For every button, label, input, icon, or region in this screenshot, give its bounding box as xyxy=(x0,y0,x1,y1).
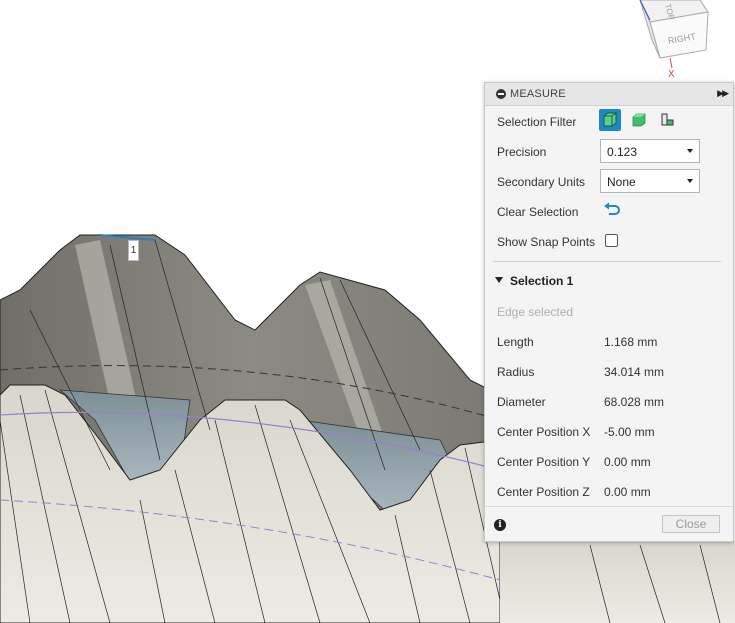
selection-section-title[interactable]: Selection 1 xyxy=(510,274,573,288)
close-button[interactable]: Close xyxy=(662,515,720,533)
length-label: Length xyxy=(497,335,534,349)
caret-down-icon[interactable] xyxy=(495,277,503,283)
center-z-value: 0.00 mm xyxy=(604,485,651,499)
clear-selection-label: Clear Selection xyxy=(497,205,579,219)
face-filter-button[interactable] xyxy=(628,109,650,131)
chevron-down-icon xyxy=(687,179,693,183)
radius-label: Radius xyxy=(497,365,535,379)
show-snap-points-checkbox[interactable] xyxy=(605,234,618,247)
diameter-value: 68.028 mm xyxy=(604,395,665,409)
x-axis-label: X xyxy=(668,69,675,80)
selection-filter-label: Selection Filter xyxy=(497,115,577,129)
center-y-value: 0.00 mm xyxy=(604,455,651,469)
gear-lower-right xyxy=(500,540,735,623)
panel-header[interactable]: MEASURE ▶▶ xyxy=(485,83,733,106)
info-icon[interactable]: i xyxy=(494,519,506,531)
face-filter-icon xyxy=(632,113,646,127)
x-axis-line xyxy=(669,57,673,69)
diameter-label: Diameter xyxy=(497,395,546,409)
chevron-down-icon xyxy=(687,149,693,153)
center-x-label: Center Position X xyxy=(497,425,591,439)
precision-label: Precision xyxy=(497,145,547,159)
precision-dropdown[interactable]: 0.123 xyxy=(600,139,700,163)
radius-value: 34.014 mm xyxy=(604,365,665,379)
show-snap-points-label: Show Snap Points xyxy=(497,235,596,249)
divider xyxy=(493,261,721,262)
center-y-label: Center Position Y xyxy=(497,455,591,469)
view-cube[interactable]: RIGHT TOP X xyxy=(620,0,730,80)
expand-panel-icon[interactable]: ▶▶ xyxy=(717,88,729,99)
body-filter-icon xyxy=(603,112,617,127)
point-filter-button[interactable] xyxy=(656,109,678,131)
secondary-units-label: Secondary Units xyxy=(497,175,586,189)
collapse-icon[interactable] xyxy=(496,89,506,99)
center-z-label: Center Position Z xyxy=(497,485,590,499)
measure-panel: MEASURE ▶▶ Selection Filter Precision 0.… xyxy=(484,82,734,542)
undo-icon[interactable] xyxy=(603,202,621,218)
precision-value: 0.123 xyxy=(607,145,638,159)
panel-title: MEASURE xyxy=(510,88,566,100)
panel-footer: i Close xyxy=(485,506,733,541)
edge-selected-hint: Edge selected xyxy=(497,305,574,319)
center-x-value: -5.00 mm xyxy=(604,425,655,439)
point-filter-icon xyxy=(661,113,674,126)
edge-marker-label[interactable]: 1 xyxy=(128,240,139,261)
length-value: 1.168 mm xyxy=(604,335,658,349)
body-filter-button[interactable] xyxy=(599,109,621,131)
secondary-units-dropdown[interactable]: None xyxy=(600,169,700,193)
secondary-units-value: None xyxy=(607,175,636,189)
